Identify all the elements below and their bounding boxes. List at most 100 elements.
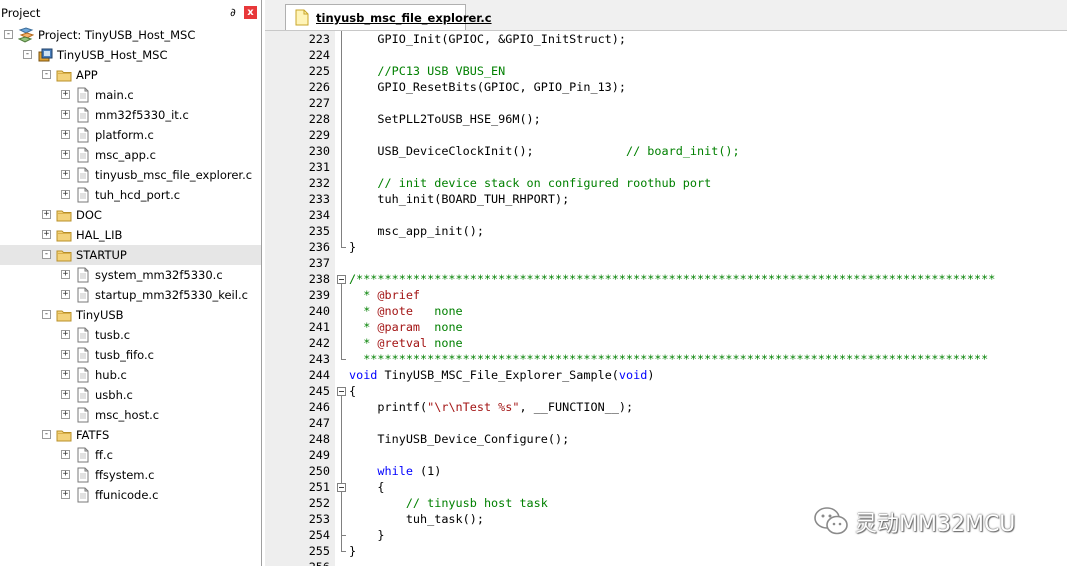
line-number: 241	[308, 320, 330, 334]
expand-toggle-icon[interactable]: +	[61, 470, 70, 479]
line-number: 224	[308, 48, 330, 62]
expand-toggle-icon[interactable]: +	[61, 290, 70, 299]
tree-folder-item[interactable]: - APP	[0, 65, 261, 85]
expand-toggle-icon[interactable]: +	[61, 410, 70, 419]
expand-toggle-icon[interactable]: +	[61, 170, 70, 179]
code-line[interactable]: tuh_init(BOARD_TUH_RHPORT);	[349, 191, 569, 207]
fold-guide	[341, 284, 342, 359]
tree-file-item[interactable]: + hub.c	[0, 365, 261, 385]
code-line[interactable]: // init device stack on configured rooth…	[349, 175, 711, 191]
code-line[interactable]: ****************************************…	[349, 351, 988, 367]
code-token-keyword: void	[349, 368, 378, 382]
expand-toggle-icon[interactable]: +	[42, 210, 51, 219]
tree-file-item[interactable]: + ffunicode.c	[0, 485, 261, 505]
fold-end-marker	[341, 535, 346, 536]
code-line[interactable]: // tinyusb host task	[349, 495, 548, 511]
code-line[interactable]: * @brief	[349, 287, 420, 303]
fold-collapse-icon[interactable]	[337, 387, 346, 396]
tree-file-item[interactable]: + mm32f5330_it.c	[0, 105, 261, 125]
code-line[interactable]: /***************************************…	[349, 271, 995, 287]
code-line[interactable]: {	[349, 479, 384, 495]
code-line[interactable]: * @note none	[349, 303, 462, 319]
tree-file-item[interactable]: + tuh_hcd_port.c	[0, 185, 261, 205]
line-number: 249	[308, 448, 330, 462]
line-number: 232	[308, 176, 330, 190]
code-line[interactable]: {	[349, 383, 356, 399]
code-line[interactable]: SetPLL2ToUSB_HSE_96M();	[349, 111, 540, 127]
code-line[interactable]: USB_DeviceClockInit(); // board_init();	[349, 143, 739, 159]
file-icon	[77, 287, 89, 303]
tree-file-item[interactable]: + tinyusb_msc_file_explorer.c	[0, 165, 261, 185]
expand-toggle-icon[interactable]: +	[42, 230, 51, 239]
pin-icon[interactable]: ∂	[226, 5, 240, 20]
code-token-string: @brief	[377, 288, 421, 302]
tree-file-item[interactable]: + main.c	[0, 85, 261, 105]
tab-tinyusb-msc-file-explorer[interactable]: tinyusb_msc_file_explorer.c	[285, 4, 492, 30]
tree-root-item[interactable]: - Project: TinyUSB_Host_MSC	[0, 25, 261, 45]
tree-file-item[interactable]: + ffsystem.c	[0, 465, 261, 485]
tree-item-label: HAL_LIB	[76, 228, 123, 242]
code-line[interactable]: printf("\r\nTest %s", __FUNCTION__);	[349, 399, 633, 415]
expand-toggle-icon[interactable]: +	[61, 450, 70, 459]
code-line[interactable]: }	[349, 543, 356, 559]
expand-toggle-icon[interactable]: +	[61, 90, 70, 99]
code-line[interactable]: msc_app_init();	[349, 223, 484, 239]
collapse-toggle-icon[interactable]: -	[42, 250, 51, 259]
code-line[interactable]: TinyUSB_Device_Configure();	[349, 431, 569, 447]
tree-item-label: DOC	[76, 208, 102, 222]
fold-collapse-icon[interactable]	[337, 483, 346, 492]
tree-file-item[interactable]: + usbh.c	[0, 385, 261, 405]
code-line[interactable]: * @param none	[349, 319, 462, 335]
line-number: 246	[308, 400, 330, 414]
expand-toggle-icon[interactable]: +	[61, 150, 70, 159]
tree-folder-item[interactable]: - FATFS	[0, 425, 261, 445]
tree-item-label: platform.c	[95, 128, 154, 142]
code-line[interactable]: void TinyUSB_MSC_File_Explorer_Sample(vo…	[349, 367, 654, 383]
tree-file-item[interactable]: + tusb.c	[0, 325, 261, 345]
line-number: 227	[308, 96, 330, 110]
collapse-toggle-icon[interactable]: -	[42, 430, 51, 439]
code-line[interactable]: * @retval none	[349, 335, 462, 351]
code-line[interactable]: //PC13 USB VBUS_EN	[349, 63, 505, 79]
tree-file-item[interactable]: + msc_app.c	[0, 145, 261, 165]
tree-file-item[interactable]: + msc_host.c	[0, 405, 261, 425]
tree-folder-item[interactable]: + DOC	[0, 205, 261, 225]
collapse-toggle-icon[interactable]: -	[42, 70, 51, 79]
tree-file-item[interactable]: + startup_mm32f5330_keil.c	[0, 285, 261, 305]
line-number: 245	[308, 384, 330, 398]
file-icon	[77, 447, 89, 463]
tree-item-label: msc_app.c	[95, 148, 156, 162]
expand-toggle-icon[interactable]: +	[61, 110, 70, 119]
tree-folder-item[interactable]: - STARTUP	[0, 245, 261, 265]
tree-file-item[interactable]: + tusb_fifo.c	[0, 345, 261, 365]
tree-file-item[interactable]: + system_mm32f5330.c	[0, 265, 261, 285]
expand-toggle-icon[interactable]: +	[61, 190, 70, 199]
expand-toggle-icon[interactable]: +	[61, 370, 70, 379]
expand-toggle-icon[interactable]: +	[61, 350, 70, 359]
code-line[interactable]: }	[349, 239, 356, 255]
fold-collapse-icon[interactable]	[337, 275, 346, 284]
collapse-toggle-icon[interactable]: -	[23, 50, 32, 59]
expand-toggle-icon[interactable]: +	[61, 490, 70, 499]
code-line[interactable]: while (1)	[349, 463, 441, 479]
close-icon[interactable]: x	[244, 6, 257, 19]
code-token-text: }	[349, 544, 357, 558]
tree-target-item[interactable]: - TinyUSB_Host_MSC	[0, 45, 261, 65]
code-line[interactable]: tuh_task();	[349, 511, 484, 527]
tree-folder-item[interactable]: - TinyUSB	[0, 305, 261, 325]
tree-file-item[interactable]: + ff.c	[0, 445, 261, 465]
code-line[interactable]: GPIO_Init(GPIOC, &GPIO_InitStruct);	[349, 31, 626, 47]
tree-folder-item[interactable]: + HAL_LIB	[0, 225, 261, 245]
code-token-string: @retval	[377, 336, 428, 350]
expand-toggle-icon[interactable]: +	[61, 270, 70, 279]
file-icon	[77, 267, 89, 283]
expand-toggle-icon[interactable]: +	[61, 330, 70, 339]
code-line[interactable]: GPIO_ResetBits(GPIOC, GPIO_Pin_13);	[349, 79, 626, 95]
expand-toggle-icon[interactable]: +	[61, 130, 70, 139]
code-token-comment: /***************************************…	[349, 272, 996, 286]
collapse-toggle-icon[interactable]: -	[4, 30, 13, 39]
code-line[interactable]: }	[349, 527, 384, 543]
tree-file-item[interactable]: + platform.c	[0, 125, 261, 145]
expand-toggle-icon[interactable]: +	[61, 390, 70, 399]
collapse-toggle-icon[interactable]: -	[42, 310, 51, 319]
